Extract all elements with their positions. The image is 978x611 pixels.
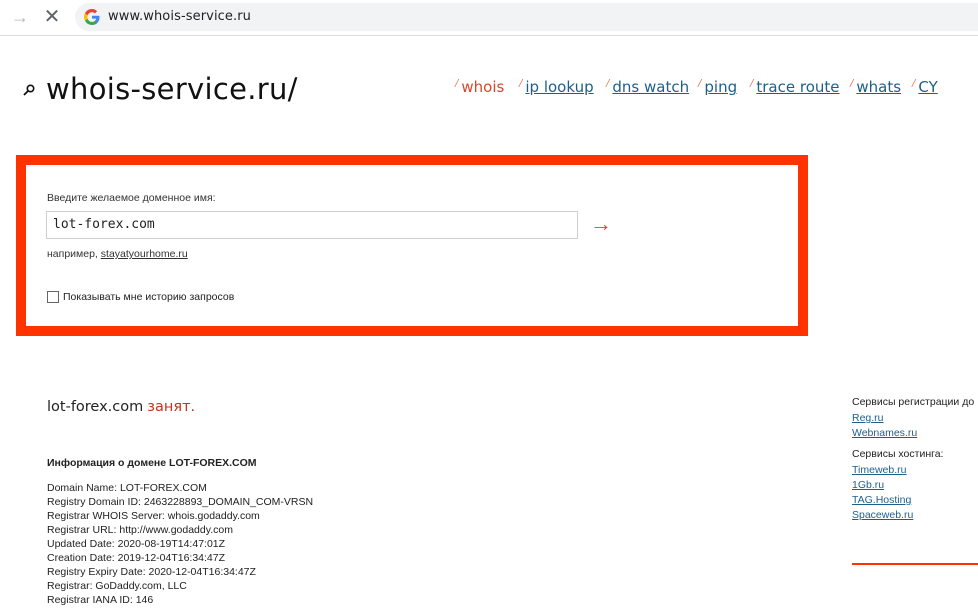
sidebar: Сервисы регистрации до Reg.ru Webnames.r… [852, 396, 978, 524]
search-form-frame: Введите желаемое доменное имя: lot-forex… [16, 155, 808, 336]
stop-loading-icon[interactable]: ✕ [41, 6, 63, 28]
history-label[interactable]: Показывать мне историю запросов [63, 291, 234, 303]
top-navigation: / whois / ip lookup / dns watch / ping / trac… [455, 78, 975, 100]
whois-line: Updated Date: 2020-08-19T14:47:01Z [47, 538, 226, 550]
submit-arrow-button[interactable]: → [590, 209, 620, 239]
nav-whats[interactable]: / whats [850, 78, 901, 96]
whois-line: Registrar URL: http://www.godaddy.com [47, 524, 233, 536]
domain-input[interactable]: lot-forex.com [46, 211, 578, 239]
result-title: lot-forex.com занят. [47, 399, 195, 415]
link-spaceweb-ru[interactable]: Spaceweb.ru [852, 509, 978, 521]
example-hint: например, stayatyourhome.ru [47, 248, 188, 260]
example-domain-link[interactable]: stayatyourhome.ru [101, 248, 188, 260]
link-webnames-ru[interactable]: Webnames.ru [852, 427, 978, 439]
link-tag-hosting[interactable]: TAG.Hosting [852, 494, 978, 506]
whois-line: Domain Name: LOT-FOREX.COM [47, 482, 207, 494]
nav-whois[interactable]: / whois [455, 78, 504, 96]
link-reg-ru[interactable]: Reg.ru [852, 412, 978, 424]
whois-line: Registry Expiry Date: 2020-12-04T16:34:4… [47, 566, 256, 578]
google-icon [84, 9, 100, 25]
forward-arrow-icon[interactable]: → [9, 6, 31, 28]
domain-info-heading: Информация о домене LOT-FOREX.COM [47, 457, 257, 469]
hosting-services-title: Сервисы хостинга: [852, 448, 944, 460]
nav-ip-lookup[interactable]: / ip lookup [519, 78, 594, 96]
browser-toolbar: → ✕ www.whois-service.ru [0, 0, 978, 36]
url-text[interactable]: www.whois-service.ru [108, 9, 251, 24]
domain-field-label: Введите желаемое доменное имя: [47, 192, 216, 204]
registration-services-title: Сервисы регистрации до [852, 396, 975, 408]
nav-cy[interactable]: / CY [912, 78, 938, 96]
nav-ping[interactable]: / ping [698, 78, 737, 96]
sidebar-divider [852, 563, 978, 565]
whois-line: Registrar: GoDaddy.com, LLC [47, 580, 187, 592]
link-timeweb-ru[interactable]: Timeweb.ru [852, 464, 978, 476]
whois-record: Domain Name: LOT-FOREX.COM Registry Doma… [47, 481, 313, 607]
whois-line: Registrar IANA ID: 146 [47, 594, 154, 606]
example-prefix: например, [47, 248, 98, 260]
history-option[interactable]: Показывать мне историю запросов [47, 291, 234, 303]
site-logo[interactable]: whois-service.ru/ [22, 66, 298, 112]
whois-line: Registry Domain ID: 2463228893_DOMAIN_CO… [47, 496, 314, 508]
result-domain: lot-forex.com [47, 399, 144, 415]
whois-line: Registrar WHOIS Server: whois.godaddy.co… [47, 510, 260, 522]
nav-trace-route[interactable]: / trace route [750, 78, 840, 96]
whois-line: Creation Date: 2019-12-04T16:34:47Z [47, 552, 226, 564]
nav-dns-watch[interactable]: / dns watch [606, 78, 689, 96]
logo-text: whois-service.ru/ [46, 72, 298, 106]
history-checkbox[interactable] [47, 291, 59, 303]
magnifier-icon [23, 84, 35, 96]
link-1gb-ru[interactable]: 1Gb.ru [852, 479, 978, 491]
result-status: занят. [147, 399, 196, 415]
address-bar[interactable]: www.whois-service.ru [75, 3, 978, 31]
